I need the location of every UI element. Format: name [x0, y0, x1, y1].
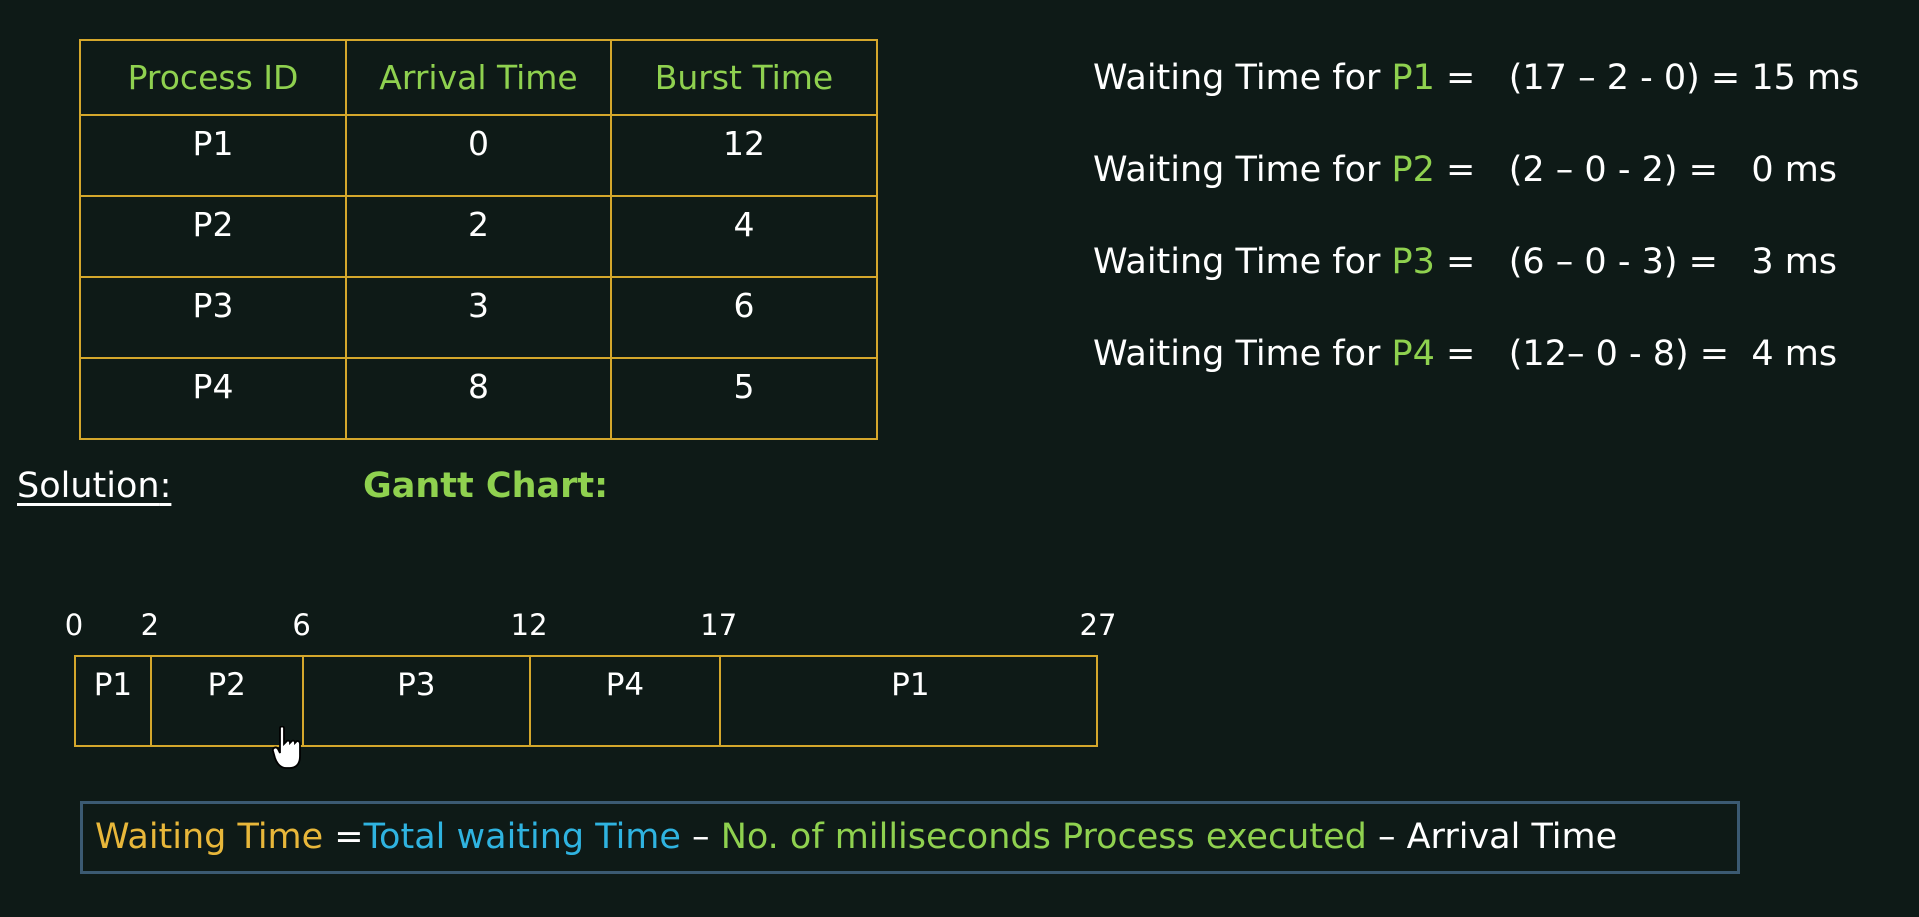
waiting-time-prefix: Waiting Time for	[1093, 150, 1392, 190]
process-table: Process ID Arrival Time Burst Time P1 0 …	[79, 39, 878, 440]
formula-total-waiting-time: Total waiting Time	[363, 817, 681, 857]
gantt-tick-label: 0	[64, 608, 84, 642]
waiting-time-line-p4: Waiting Time for P4 = (12– 0 - 8) = 4 ms	[1093, 334, 1837, 374]
cell-process-id: P2	[79, 195, 347, 278]
solution-label-colon: :	[159, 466, 172, 506]
process-id-highlight: P4	[1391, 334, 1435, 374]
cell-arrival-time: 2	[345, 195, 612, 278]
formula-equals: =	[334, 817, 364, 857]
formula-box: Waiting Time =Total waiting Time – No. o…	[80, 801, 1740, 874]
waiting-time-prefix: Waiting Time for	[1093, 242, 1392, 282]
process-id-highlight: P3	[1391, 242, 1435, 282]
cell-arrival-time: 0	[345, 114, 612, 197]
gantt-block-p3: P3	[304, 657, 532, 745]
waiting-time-line-p2: Waiting Time for P2 = (2 – 0 - 2) = 0 ms	[1093, 150, 1837, 190]
formula-minus: –	[680, 817, 721, 857]
waiting-time-line-p1: Waiting Time for P1 = (17 – 2 - 0) = 15 …	[1093, 58, 1859, 98]
cell-process-id: P4	[79, 357, 347, 440]
table-row: P3 3 6	[79, 276, 878, 359]
table-header-row: Process ID Arrival Time Burst Time	[79, 39, 878, 116]
process-id-highlight: P1	[1391, 58, 1435, 98]
table-row: P2 2 4	[79, 195, 878, 278]
gantt-tick-label: 12	[510, 608, 548, 642]
formula-arrival-time: Arrival Time	[1406, 817, 1618, 857]
cell-process-id: P1	[79, 114, 347, 197]
table-row: P4 8 5	[79, 357, 878, 440]
waiting-time-prefix: Waiting Time for	[1093, 58, 1392, 98]
process-id-highlight: P2	[1391, 150, 1435, 190]
header-arrival-time: Arrival Time	[345, 39, 612, 116]
cell-burst-time: 6	[610, 276, 878, 359]
waiting-time-expression: = (6 – 0 - 3) = 3 ms	[1434, 242, 1838, 282]
table-row: P1 0 12	[79, 114, 878, 197]
gantt-block-p4: P4	[531, 657, 721, 745]
gantt-block-p1: P1	[891, 667, 930, 703]
cell-burst-time: 4	[610, 195, 878, 278]
formula-ms-executed: No. of milliseconds Process executed	[720, 817, 1367, 857]
cell-burst-time: 12	[610, 114, 878, 197]
header-process-id: Process ID	[79, 39, 347, 116]
formula-waiting-time: Waiting Time	[95, 817, 335, 857]
cell-burst-time: 5	[610, 357, 878, 440]
gantt-tick-label: 2	[140, 608, 160, 642]
hand-pointer-icon	[272, 726, 301, 769]
waiting-time-prefix: Waiting Time for	[1093, 334, 1392, 374]
cell-arrival-time: 3	[345, 276, 612, 359]
solution-label-text: Solution	[17, 466, 160, 506]
gantt-chart-title: Gantt Chart:	[363, 466, 609, 506]
waiting-time-expression: = (17 – 2 - 0) = 15 ms	[1434, 58, 1860, 98]
header-burst-time: Burst Time	[610, 39, 878, 116]
slide: Process ID Arrival Time Burst Time P1 0 …	[0, 0, 1919, 917]
waiting-time-expression: = (2 – 0 - 2) = 0 ms	[1434, 150, 1838, 190]
gantt-tick-label: 17	[700, 608, 738, 642]
cell-process-id: P3	[79, 276, 347, 359]
cell-arrival-time: 8	[345, 357, 612, 440]
solution-label: Solution:	[17, 466, 171, 506]
gantt-chart-bar: P1 P2 P3 P4 P1	[74, 655, 1098, 747]
gantt-tick-label: 6	[292, 608, 311, 642]
waiting-time-line-p3: Waiting Time for P3 = (6 – 0 - 3) = 3 ms	[1093, 242, 1837, 282]
formula-minus: –	[1366, 817, 1407, 857]
gantt-tick-label: 27	[1079, 608, 1117, 642]
gantt-block-p1: P1	[76, 657, 152, 745]
waiting-time-expression: = (12– 0 - 8) = 4 ms	[1434, 334, 1838, 374]
